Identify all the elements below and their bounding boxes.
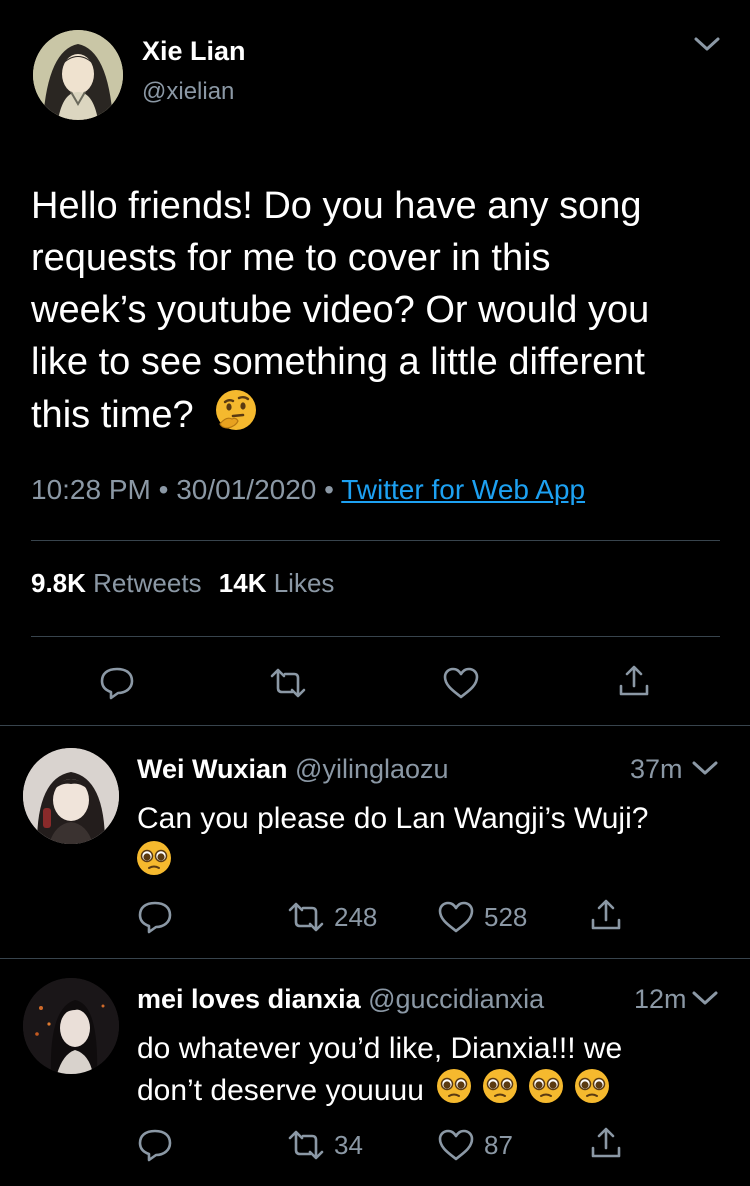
avatar[interactable] xyxy=(23,748,119,844)
likes-count: 14K xyxy=(218,568,267,598)
tweet-source-link[interactable]: Twitter for Web App xyxy=(341,474,585,505)
reply-icon[interactable] xyxy=(137,1128,173,1162)
pleading-face-icon xyxy=(136,840,172,881)
reply-text: Can you please do Lan Wangji’s Wuji? xyxy=(137,802,649,835)
reply-text: do whatever you’d like, Dianxia!!! we do… xyxy=(137,1030,622,1114)
retweet-count: 248 xyxy=(334,902,378,932)
reply-author-name[interactable]: mei loves dianxia xyxy=(137,984,361,1014)
tweet-meta: 10:28 PM • 30/01/2020 • Twitter for Web … xyxy=(31,474,585,506)
retweets-stat[interactable]: 9.8K Retweets xyxy=(31,568,209,598)
separator-dot: • xyxy=(324,474,342,505)
chevron-down-icon[interactable] xyxy=(690,758,720,778)
thinking-face-icon xyxy=(214,388,258,446)
retweet-icon[interactable] xyxy=(286,1130,326,1160)
author-handle[interactable]: @xielian xyxy=(142,78,234,106)
tweet-date: 30/01/2020 xyxy=(176,474,317,505)
reply-header: mei loves dianxia @guccidianxia xyxy=(137,984,544,1015)
share-icon[interactable] xyxy=(590,1126,622,1160)
share-icon[interactable] xyxy=(590,898,622,932)
reply-text-line: do whatever you’d like, Dianxia!!! we xyxy=(137,1032,623,1065)
avatar[interactable] xyxy=(33,30,123,120)
tweet-stats: 9.8K Retweets 14K Likes xyxy=(31,568,334,599)
reply-icon[interactable] xyxy=(99,666,135,700)
retweet-count: 34 xyxy=(334,1130,363,1160)
avatar-image xyxy=(33,30,123,120)
reply-header: Wei Wuxian @yilinglaozu xyxy=(137,754,449,785)
chevron-down-icon[interactable] xyxy=(692,34,722,54)
like-count: 87 xyxy=(484,1130,513,1160)
avatar[interactable] xyxy=(23,978,119,1074)
divider xyxy=(31,540,720,541)
retweets-label: Retweets xyxy=(93,568,202,598)
tweet-text-line: requests for me to cover in this xyxy=(31,237,551,279)
reply-timestamp: 37m xyxy=(630,754,683,784)
retweets-count: 9.8K xyxy=(31,568,86,598)
separator-dot: • xyxy=(158,474,177,505)
tweet-text-line: Hello friends! Do you have any song xyxy=(31,185,642,227)
likes-stat[interactable]: 14K Likes xyxy=(219,568,335,598)
avatar-image xyxy=(23,748,119,844)
like-icon[interactable] xyxy=(437,900,475,934)
author-name[interactable]: Xie Lian xyxy=(142,36,246,67)
chevron-down-icon[interactable] xyxy=(690,988,720,1008)
reply-timestamp: 12m xyxy=(634,984,687,1014)
retweet-icon[interactable] xyxy=(268,668,308,698)
tweet-text: Hello friends! Do you have any song requ… xyxy=(31,180,731,446)
pleading-face-icon xyxy=(482,1068,518,1114)
pleading-face-icon xyxy=(528,1068,564,1114)
divider xyxy=(0,725,750,726)
likes-label: Likes xyxy=(273,568,335,598)
avatar-image xyxy=(23,978,119,1074)
tweet-text-line: like to see something a little different xyxy=(31,341,645,383)
pleading-face-icon xyxy=(574,1068,610,1114)
like-icon[interactable] xyxy=(442,666,480,700)
divider xyxy=(0,958,750,959)
like-count: 528 xyxy=(484,902,528,932)
tweet-text-line: this time? xyxy=(31,394,194,437)
reply-author-handle[interactable]: @yilinglaozu xyxy=(295,754,448,784)
retweet-icon[interactable] xyxy=(286,902,326,932)
reply-author-handle[interactable]: @guccidianxia xyxy=(368,984,544,1014)
divider xyxy=(31,636,720,637)
tweet-text-line: week’s youtube video? Or would you xyxy=(31,289,650,331)
reply-text-line: don’t deserve youuuu xyxy=(137,1074,424,1107)
share-icon[interactable] xyxy=(618,664,650,698)
like-icon[interactable] xyxy=(437,1128,475,1162)
reply-author-name[interactable]: Wei Wuxian xyxy=(137,754,288,784)
pleading-face-icon xyxy=(436,1068,472,1114)
reply-icon[interactable] xyxy=(137,900,173,934)
tweet-time: 10:28 PM xyxy=(31,474,151,505)
